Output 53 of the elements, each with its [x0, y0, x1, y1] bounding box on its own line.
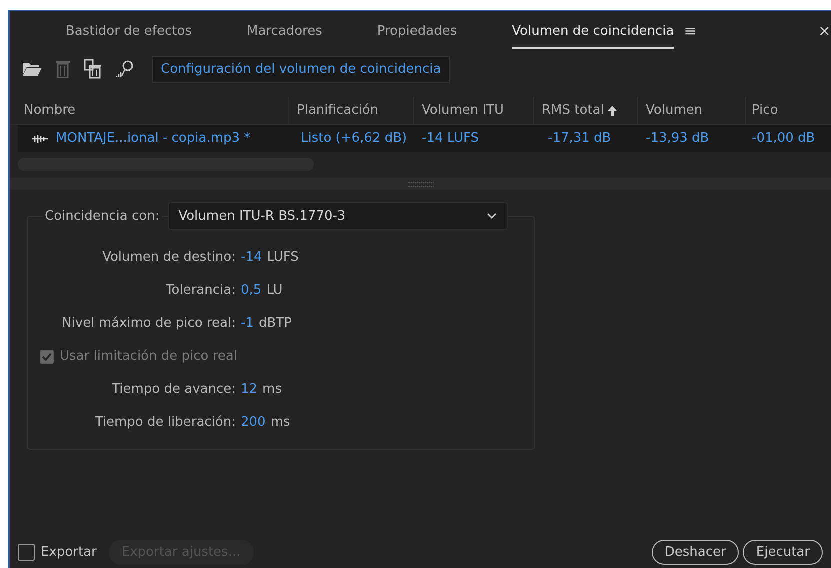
- setting-label: Tiempo de liberación:: [94, 415, 236, 430]
- unit-label: dBTP: [258, 316, 292, 331]
- column-header[interactable]: RMS total: [534, 97, 638, 124]
- setting-value[interactable]: 0,5: [241, 283, 262, 298]
- checkbox[interactable]: [18, 544, 35, 560]
- table-cell: -13,93 dB: [646, 131, 710, 146]
- action-button[interactable]: Deshacer: [652, 540, 740, 564]
- splitter-handle[interactable]: [10, 178, 831, 190]
- unit-label: ms: [270, 415, 290, 430]
- checkbox-label: Exportar: [41, 544, 97, 560]
- column-header[interactable]: Planificación: [289, 97, 414, 124]
- table-cell: -17,31 dB: [548, 131, 612, 146]
- setting-value[interactable]: -14: [241, 250, 262, 265]
- table-cell: -14 LUFS: [422, 131, 479, 146]
- column-label: RMS total: [542, 103, 604, 118]
- action-button[interactable]: Ejecutar: [743, 540, 823, 564]
- loudness-search-icon[interactable]: [116, 60, 136, 78]
- column-header[interactable]: Volumen: [638, 97, 746, 124]
- setting-value[interactable]: -1: [241, 316, 254, 331]
- table-cell: Listo (+6,62 dB): [301, 131, 408, 146]
- column-header[interactable]: Volumen ITU: [414, 97, 534, 124]
- folder-icon[interactable]: [22, 61, 42, 77]
- column-label: Nombre: [24, 103, 76, 118]
- table-cell: -01,00 dB: [752, 131, 816, 146]
- table-cell: MONTAJE...ional - copia.mp3 *: [56, 131, 251, 146]
- checkbox-label: Usar limitación de pico real: [60, 349, 238, 364]
- column-label: Planificación: [297, 103, 379, 118]
- unit-label: ms: [262, 382, 282, 397]
- column-header[interactable]: Nombre: [10, 97, 289, 124]
- match-label: Coincidencia con:: [43, 208, 162, 224]
- close-icon[interactable]: ×: [818, 22, 831, 40]
- menu-icon[interactable]: ≡: [684, 22, 697, 40]
- column-label: Pico: [752, 103, 778, 118]
- match-dropdown[interactable]: Volumen ITU-R BS.1770-3: [168, 202, 508, 230]
- column-header[interactable]: Pico: [746, 97, 826, 124]
- setting-value[interactable]: 200: [241, 415, 266, 430]
- chevron-icon: [486, 213, 497, 219]
- panel-tab[interactable]: Propiedades: [377, 14, 458, 48]
- panel-tab[interactable]: Bastidor de efectos: [66, 14, 192, 48]
- unit-label: LUFS: [267, 250, 299, 265]
- settings-button[interactable]: Configuración del volumen de coincidencia: [152, 56, 450, 82]
- setting-label: Nivel máximo de pico real:: [61, 316, 236, 331]
- setting-label: Tiempo de avance:: [111, 382, 236, 397]
- column-label: Volumen ITU: [422, 103, 504, 118]
- clear-all-icon[interactable]: [84, 59, 102, 79]
- setting-label: Volumen de destino:: [102, 250, 236, 265]
- setting-label: Tolerancia:: [165, 283, 236, 298]
- panel-tab[interactable]: Marcadores: [246, 14, 322, 48]
- column-label: Volumen: [646, 103, 703, 118]
- setting-value[interactable]: 12: [241, 382, 258, 397]
- panel-tab[interactable]: Volumen de coincidencia: [512, 14, 674, 48]
- audio-clip-icon: [32, 134, 48, 144]
- unit-label: LU: [266, 283, 283, 298]
